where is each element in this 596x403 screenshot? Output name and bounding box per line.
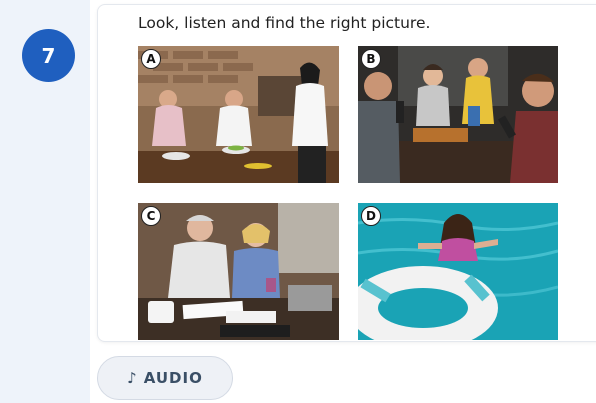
question-instruction: Look, listen and find the right picture. — [138, 14, 431, 32]
picture-letter-d: D — [361, 206, 381, 226]
audio-button-label: AUDIO — [143, 369, 203, 387]
worried-couple-bills-image — [138, 203, 339, 340]
picture-letter-a: A — [141, 49, 161, 69]
restaurant-scene-image — [138, 46, 339, 183]
picture-option-b[interactable]: B — [358, 46, 558, 183]
picture-letter-c: C — [141, 206, 161, 226]
picture-option-c[interactable]: C — [138, 203, 339, 340]
picture-option-d[interactable]: D — [358, 203, 558, 340]
music-note-icon: ♪ — [127, 369, 138, 387]
girl-swimming-pool-image — [358, 203, 558, 340]
picture-option-a[interactable]: A — [138, 46, 339, 183]
audio-button[interactable]: ♪ AUDIO — [97, 356, 233, 400]
karaoke-scene-image — [358, 46, 558, 183]
picture-letter-b: B — [361, 49, 381, 69]
question-number-badge: 7 — [22, 29, 75, 82]
